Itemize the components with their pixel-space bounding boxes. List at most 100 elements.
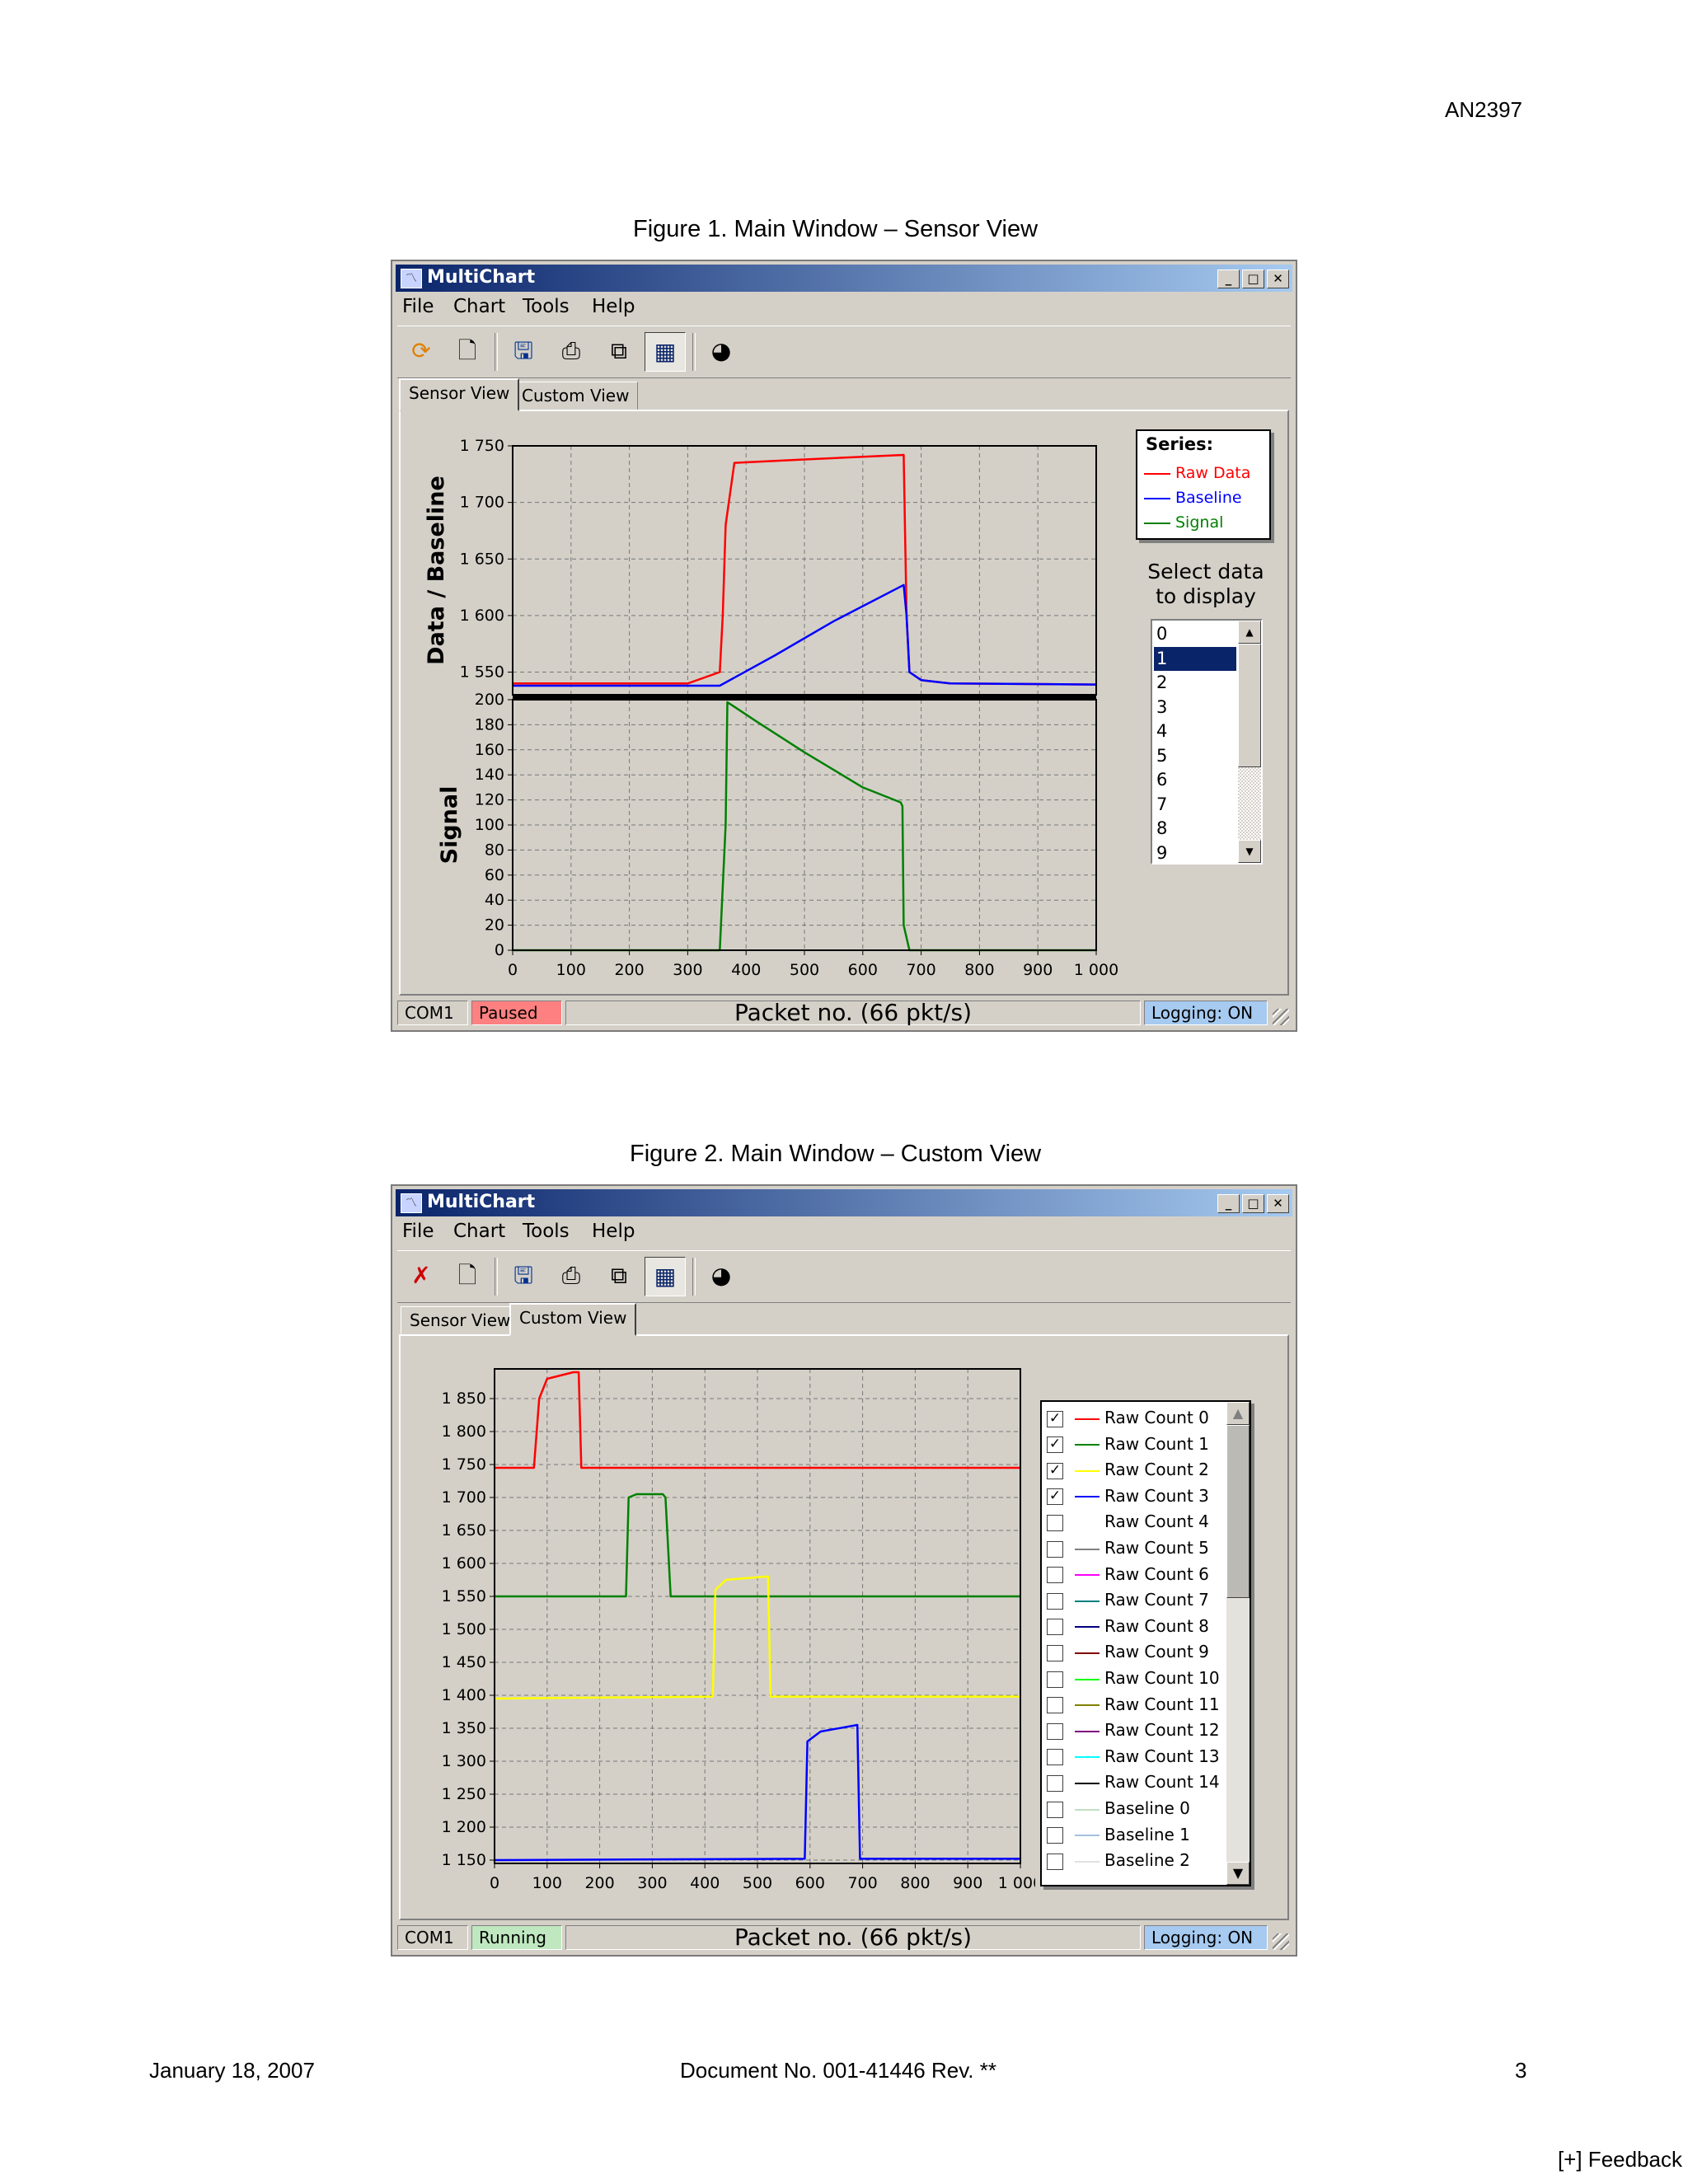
series-label: Raw Count 6 bbox=[1104, 1563, 1209, 1584]
new-document-icon[interactable]: 🗋 bbox=[447, 332, 488, 372]
checkbox-unchecked[interactable] bbox=[1047, 1644, 1063, 1661]
series-checklist-item[interactable]: Raw Count 5 bbox=[1047, 1535, 1209, 1562]
checkbox-unchecked[interactable] bbox=[1047, 1619, 1063, 1636]
maximize-button[interactable]: □ bbox=[1242, 1194, 1264, 1213]
maximize-button[interactable]: □ bbox=[1242, 269, 1264, 288]
tab-sensor-view[interactable]: Sensor View bbox=[401, 1306, 520, 1334]
minimize-button[interactable]: _ bbox=[1217, 1194, 1240, 1213]
y-tick-label: 1 350 bbox=[442, 1719, 486, 1737]
list-item[interactable]: 6 bbox=[1154, 768, 1236, 792]
data-select-list[interactable]: 0123456789 ▲ ▼ bbox=[1151, 619, 1263, 865]
minimize-button[interactable]: _ bbox=[1217, 269, 1240, 288]
scroll-down-button[interactable]: ▼ bbox=[1238, 840, 1261, 863]
menu-file[interactable]: File bbox=[402, 1221, 434, 1242]
series-label: Raw Count 3 bbox=[1104, 1485, 1209, 1506]
scroll-thumb[interactable] bbox=[1238, 644, 1261, 767]
list-item[interactable]: 9 bbox=[1154, 841, 1236, 864]
feedback-link[interactable]: [+] Feedback bbox=[1558, 2147, 1682, 2172]
series-checklist-item[interactable]: Raw Count 12 bbox=[1047, 1718, 1220, 1744]
checkbox-unchecked[interactable] bbox=[1047, 1749, 1063, 1766]
refresh-icon[interactable]: ⟳ bbox=[401, 332, 442, 372]
save-icon[interactable]: 🖫 bbox=[503, 332, 544, 372]
checkbox-unchecked[interactable] bbox=[1047, 1801, 1063, 1818]
menu-help[interactable]: Help bbox=[592, 296, 635, 317]
list-item[interactable]: 8 bbox=[1154, 817, 1236, 841]
series-checklist-item[interactable]: ✓ Raw Count 3 bbox=[1047, 1483, 1209, 1510]
checkbox-checked[interactable]: ✓ bbox=[1047, 1436, 1063, 1454]
series-checklist-item[interactable]: ✓ Raw Count 2 bbox=[1047, 1457, 1209, 1483]
menu-chart[interactable]: Chart bbox=[453, 1221, 505, 1242]
color-palette-icon[interactable]: ◕ bbox=[701, 1257, 742, 1296]
y-tick-label: 1 750 bbox=[442, 1455, 486, 1474]
new-document-icon[interactable]: 🗋 bbox=[447, 1257, 488, 1296]
menu-tools[interactable]: Tools bbox=[523, 296, 570, 317]
color-palette-icon[interactable]: ◕ bbox=[701, 332, 742, 372]
checkbox-unchecked[interactable] bbox=[1047, 1827, 1063, 1844]
list-item[interactable]: 5 bbox=[1154, 744, 1236, 768]
status-bar: COM1 Paused Packet no. (66 pkt/s) Loggin… bbox=[397, 999, 1291, 1027]
list-item[interactable]: 1 bbox=[1154, 646, 1236, 671]
edit-chart-icon[interactable]: ▦ bbox=[645, 332, 686, 372]
scroll-thumb[interactable] bbox=[1226, 1425, 1250, 1598]
list-item[interactable]: 2 bbox=[1154, 671, 1236, 695]
menu-help[interactable]: Help bbox=[592, 1221, 635, 1242]
series-checklist-item[interactable]: ✓ Raw Count 0 bbox=[1047, 1405, 1209, 1432]
checkbox-checked[interactable]: ✓ bbox=[1047, 1488, 1063, 1506]
checklist-scrollbar[interactable]: ▲ ▼ bbox=[1226, 1402, 1250, 1885]
list-item[interactable]: 0 bbox=[1154, 622, 1236, 646]
series-checklist-item[interactable]: Raw Count 7 bbox=[1047, 1587, 1209, 1614]
tab-sensor-view[interactable]: Sensor View bbox=[399, 378, 520, 411]
checkbox-unchecked[interactable] bbox=[1047, 1540, 1063, 1558]
resize-grip[interactable] bbox=[1273, 1009, 1289, 1025]
list-item[interactable]: 4 bbox=[1154, 719, 1236, 743]
list-item[interactable]: 3 bbox=[1154, 696, 1236, 719]
series-checklist-item[interactable]: Raw Count 8 bbox=[1047, 1614, 1209, 1640]
series-checklist-item[interactable]: Raw Count 14 bbox=[1047, 1769, 1220, 1796]
menu-file[interactable]: File bbox=[402, 296, 434, 317]
series-checklist-item[interactable]: Baseline 0 bbox=[1047, 1796, 1190, 1822]
copy-icon[interactable]: ⧉ bbox=[598, 1257, 640, 1296]
series-checklist-item[interactable]: Raw Count 4 bbox=[1047, 1509, 1209, 1535]
series-checklist-item[interactable]: Raw Count 9 bbox=[1047, 1639, 1209, 1666]
close-button[interactable]: ✕ bbox=[1267, 269, 1289, 288]
series-label: Raw Count 5 bbox=[1104, 1538, 1209, 1558]
checkbox-unchecked[interactable] bbox=[1047, 1697, 1063, 1714]
series-checklist-item[interactable]: Raw Count 13 bbox=[1047, 1744, 1220, 1770]
list-item[interactable]: 7 bbox=[1154, 793, 1236, 817]
tab-custom-view[interactable]: Custom View bbox=[513, 382, 639, 410]
checkbox-unchecked[interactable] bbox=[1047, 1567, 1063, 1584]
series-checklist-item[interactable]: Raw Count 11 bbox=[1047, 1692, 1220, 1718]
menu-chart[interactable]: Chart bbox=[453, 296, 505, 317]
y-tick-label: 1 650 bbox=[442, 1521, 486, 1540]
edit-chart-icon[interactable]: ▦ bbox=[645, 1257, 686, 1296]
resize-grip[interactable] bbox=[1273, 1933, 1289, 1950]
close-button[interactable]: ✕ bbox=[1267, 1194, 1289, 1213]
tab-custom-view[interactable]: Custom View bbox=[509, 1303, 637, 1336]
checkbox-checked[interactable]: ✓ bbox=[1047, 1410, 1063, 1427]
print-icon[interactable]: ⎙ bbox=[551, 1257, 592, 1296]
stop-icon[interactable]: ✗ bbox=[401, 1257, 442, 1296]
copy-icon[interactable]: ⧉ bbox=[598, 332, 640, 372]
checkbox-unchecked[interactable] bbox=[1047, 1853, 1063, 1870]
checkbox-unchecked[interactable] bbox=[1047, 1774, 1063, 1792]
checkbox-checked[interactable]: ✓ bbox=[1047, 1462, 1063, 1479]
scroll-down-button[interactable]: ▼ bbox=[1226, 1862, 1250, 1885]
scroll-up-button[interactable]: ▲ bbox=[1238, 621, 1261, 644]
checkbox-unchecked[interactable] bbox=[1047, 1722, 1063, 1740]
print-icon[interactable]: ⎙ bbox=[551, 332, 592, 372]
series-checklist-item[interactable]: Baseline 1 bbox=[1047, 1822, 1190, 1849]
menu-tools[interactable]: Tools bbox=[523, 1221, 570, 1242]
series-checklist-item[interactable]: Baseline 2 bbox=[1047, 1848, 1190, 1874]
series-color-swatch bbox=[1075, 1548, 1100, 1550]
series-checklist-item[interactable]: ✓ Raw Count 1 bbox=[1047, 1432, 1209, 1458]
series-checklist-item[interactable]: Raw Count 10 bbox=[1047, 1666, 1220, 1692]
list-scrollbar[interactable]: ▲ ▼ bbox=[1238, 621, 1261, 863]
x-tick-label: 100 bbox=[556, 961, 586, 979]
series-checklist-item[interactable]: Raw Count 6 bbox=[1047, 1562, 1209, 1588]
scroll-up-button[interactable]: ▲ bbox=[1226, 1402, 1250, 1425]
save-icon[interactable]: 🖫 bbox=[503, 1257, 544, 1296]
checkbox-unchecked[interactable] bbox=[1047, 1592, 1063, 1610]
checkbox-unchecked[interactable] bbox=[1047, 1671, 1063, 1688]
checkbox-unchecked[interactable] bbox=[1047, 1514, 1063, 1531]
y-tick-label: 1 300 bbox=[442, 1752, 486, 1770]
